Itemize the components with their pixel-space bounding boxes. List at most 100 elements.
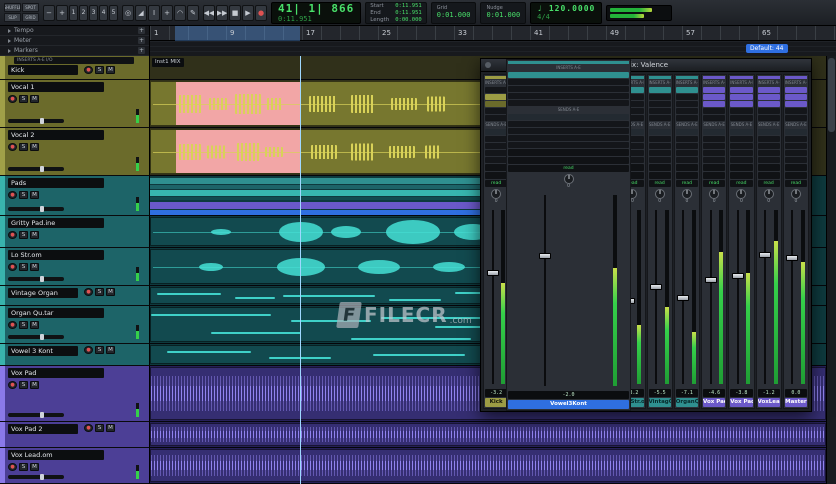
- record-enable-button[interactable]: ●: [8, 321, 17, 329]
- automation-mode-button[interactable]: read: [649, 180, 671, 187]
- channel-nameplate[interactable]: OrganQu.tr: [676, 398, 698, 407]
- fader-section[interactable]: [485, 208, 507, 386]
- pan-knob[interactable]: [764, 189, 774, 199]
- track-header-gritty-pad[interactable]: Gritty Pad.ine ●SM: [0, 216, 150, 248]
- zoom-preset-4[interactable]: 4: [99, 5, 108, 21]
- input-selector[interactable]: [758, 164, 780, 171]
- audio-clip[interactable]: [150, 423, 826, 446]
- add-marker-button[interactable]: +: [138, 47, 145, 54]
- pan-knob[interactable]: [709, 189, 719, 199]
- channel-nameplate[interactable]: Kick: [485, 398, 507, 407]
- insert-slots[interactable]: [508, 72, 629, 106]
- solo-button[interactable]: S: [19, 143, 28, 151]
- audio-clip[interactable]: [150, 449, 826, 482]
- meter-lane[interactable]: Meter+: [0, 36, 149, 46]
- track-header-vocal2[interactable]: Vocal 2 ●SM: [0, 128, 150, 176]
- slip-mode-button[interactable]: SLIP: [4, 13, 21, 22]
- main-counter-display[interactable]: 41| 1| 866 0:11.951: [271, 2, 361, 24]
- mini-volume-fader[interactable]: [8, 413, 64, 417]
- send-slots[interactable]: [649, 129, 671, 163]
- fader-section[interactable]: [649, 208, 671, 386]
- record-enable-button[interactable]: ●: [84, 346, 93, 354]
- track-header-vocal1[interactable]: Vocal 1 ●SM: [0, 80, 150, 128]
- record-enable-button[interactable]: ●: [8, 231, 17, 239]
- tempo-display[interactable]: ♩ 120.0000 4/4: [530, 2, 602, 24]
- output-selector[interactable]: [676, 172, 698, 179]
- send-slots[interactable]: [785, 129, 807, 163]
- record-enable-button[interactable]: ●: [8, 95, 17, 103]
- channel-nameplate[interactable]: Master: [785, 398, 807, 407]
- fader-handle[interactable]: [759, 252, 771, 258]
- track-header-pads[interactable]: Pads ●SM: [0, 176, 150, 216]
- zoomer-tool-icon[interactable]: ◎: [122, 5, 134, 21]
- fader-handle[interactable]: [487, 270, 499, 276]
- window-close-icon[interactable]: [485, 62, 491, 68]
- solo-button[interactable]: S: [95, 346, 104, 354]
- insert-slots[interactable]: [785, 87, 807, 121]
- track-name[interactable]: Pads: [8, 178, 104, 188]
- insert-slots[interactable]: [676, 87, 698, 121]
- record-enable-button[interactable]: ●: [8, 263, 17, 271]
- output-selector[interactable]: [649, 172, 671, 179]
- pan-knob[interactable]: [791, 189, 801, 199]
- record-button[interactable]: ●: [255, 5, 267, 21]
- input-selector[interactable]: [508, 149, 629, 156]
- send-slots[interactable]: [730, 129, 752, 163]
- marker-chip[interactable]: Default: 44: [746, 44, 788, 53]
- mute-button[interactable]: M: [30, 231, 39, 239]
- channel-nameplate[interactable]: Vox Pad: [703, 398, 725, 407]
- send-slots[interactable]: [703, 129, 725, 163]
- mute-button[interactable]: M: [30, 463, 39, 471]
- mixer-strip-vox-pad2[interactable]: INSERTS A-E SENDS A-E read 0 -3.8 Vox Pa…: [728, 74, 754, 409]
- send-slots[interactable]: [758, 129, 780, 163]
- solo-button[interactable]: S: [19, 191, 28, 199]
- automation-mode-button[interactable]: read: [730, 180, 752, 187]
- add-meter-button[interactable]: +: [138, 37, 145, 44]
- solo-button[interactable]: S: [19, 231, 28, 239]
- grid-value-display[interactable]: Grid 0:01.000: [431, 2, 477, 24]
- send-slots[interactable]: [676, 129, 698, 163]
- solo-button[interactable]: S: [19, 381, 28, 389]
- mute-button[interactable]: M: [106, 288, 115, 296]
- fader-section[interactable]: [676, 208, 698, 386]
- scrubber-tool-icon[interactable]: ◠: [174, 5, 186, 21]
- automation-mode-button[interactable]: read: [485, 180, 507, 187]
- record-enable-button[interactable]: ●: [8, 143, 17, 151]
- input-selector[interactable]: [785, 164, 807, 171]
- fader-section[interactable]: [730, 208, 752, 386]
- insert-slots[interactable]: [730, 87, 752, 121]
- solo-button[interactable]: S: [95, 66, 104, 74]
- shuffle-mode-button[interactable]: SHUFFLE: [4, 3, 21, 12]
- track-name[interactable]: Vox Pad 2: [8, 424, 78, 434]
- clip-label[interactable]: Inst1 MIX: [152, 58, 184, 67]
- solo-button[interactable]: S: [19, 95, 28, 103]
- end-value[interactable]: 0:11.951: [395, 10, 422, 16]
- mute-button[interactable]: M: [106, 346, 115, 354]
- fader-section[interactable]: [508, 193, 629, 388]
- pan-knob[interactable]: [655, 189, 665, 199]
- vertical-scrollbar[interactable]: [826, 56, 836, 484]
- record-enable-button[interactable]: ●: [8, 191, 17, 199]
- add-tempo-button[interactable]: +: [138, 27, 145, 34]
- record-enable-button[interactable]: ●: [84, 66, 93, 74]
- spot-mode-button[interactable]: SPOT: [22, 3, 39, 12]
- mixer-strip-vox-pad[interactable]: INSERTS A-E SENDS A-E read 0 -4.6 Vox Pa…: [701, 74, 727, 409]
- mini-volume-fader[interactable]: [8, 335, 64, 339]
- solo-button[interactable]: S: [19, 463, 28, 471]
- automation-mode-button[interactable]: read: [508, 165, 629, 172]
- fader-handle[interactable]: [677, 295, 689, 301]
- pan-knob[interactable]: [736, 189, 746, 199]
- fader-handle[interactable]: [786, 255, 798, 261]
- mini-volume-fader[interactable]: [8, 167, 64, 171]
- track-name[interactable]: Vocal 2: [8, 130, 104, 140]
- stop-button[interactable]: ■: [229, 5, 241, 21]
- fast-forward-button[interactable]: ▶▶: [216, 5, 228, 21]
- nudge-value-display[interactable]: Nudge 0:01.000: [480, 2, 526, 24]
- pencil-tool-icon[interactable]: ✎: [187, 5, 199, 21]
- solo-button[interactable]: S: [19, 263, 28, 271]
- record-enable-button[interactable]: ●: [84, 288, 93, 296]
- grabber-tool-icon[interactable]: +: [161, 5, 173, 21]
- mute-button[interactable]: M: [106, 66, 115, 74]
- zoom-preset-1[interactable]: 1: [69, 5, 78, 21]
- output-selector[interactable]: [508, 157, 629, 164]
